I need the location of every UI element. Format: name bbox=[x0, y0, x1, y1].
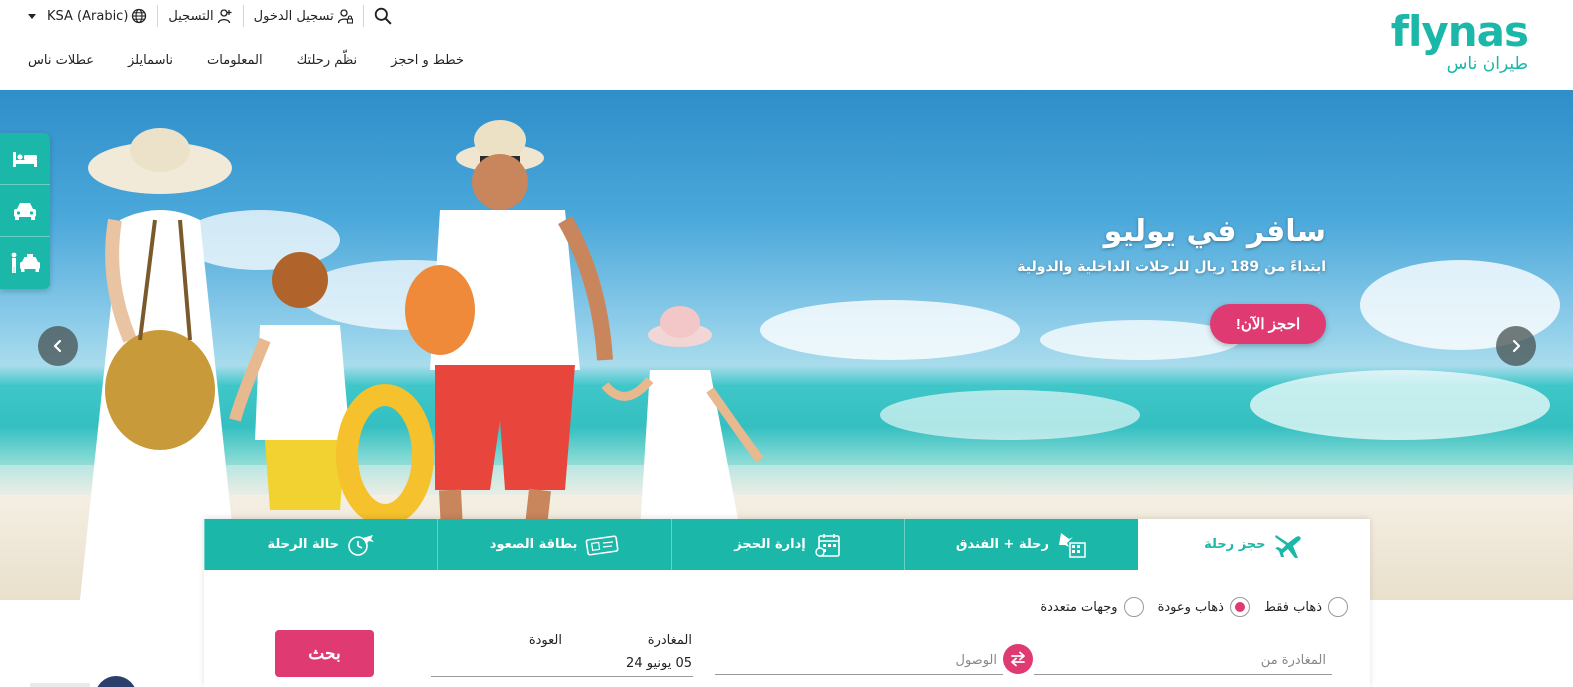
tab-manage-booking[interactable]: إدارة الحجز bbox=[670, 519, 905, 570]
plane-icon bbox=[1274, 534, 1301, 558]
radio-button[interactable] bbox=[1123, 597, 1144, 617]
flynas-logo[interactable]: flynas طيران ناس bbox=[1378, 7, 1529, 75]
nav-item-plan-book[interactable]: خطط و احجز bbox=[391, 53, 464, 68]
tab-label: حجز رحلة bbox=[1204, 537, 1266, 552]
departure-date-value: 05 يونيو 24 bbox=[626, 656, 692, 671]
divider bbox=[362, 5, 364, 27]
nav-item-nas-holidays[interactable]: عطلات ناس bbox=[28, 53, 94, 68]
search-button[interactable] bbox=[374, 7, 392, 25]
login-link[interactable]: تسجيل الدخول bbox=[254, 8, 353, 24]
trip-type-multi-city[interactable]: وجهات متعددة bbox=[1040, 597, 1144, 617]
divider bbox=[242, 5, 244, 27]
swap-route-button[interactable] bbox=[1003, 644, 1033, 674]
tab-label: رحلة + الفندق bbox=[955, 537, 1049, 552]
return-date-label: العودة bbox=[528, 633, 562, 648]
tab-flight-status[interactable]: حالة الرحلة bbox=[204, 519, 438, 570]
trip-type-group: ذهاب فقط ذهاب وعودة وجهات متعددة bbox=[1040, 597, 1348, 617]
swap-icon bbox=[1011, 651, 1025, 667]
flight-hotel-icon bbox=[1058, 532, 1086, 558]
radio-label: ذهاب فقط bbox=[1263, 599, 1322, 615]
hotel-icon bbox=[13, 151, 37, 167]
airport-transfer-button[interactable] bbox=[0, 237, 50, 289]
booking-tabs: حالة الرحلة بطاقة الصعود إدارة الحجز رحل… bbox=[204, 519, 1371, 570]
chevron-left-icon bbox=[53, 339, 62, 353]
destination-input[interactable]: الوصول bbox=[715, 647, 1003, 675]
destination-placeholder: الوصول bbox=[955, 653, 998, 668]
nav-item-manage-trip[interactable]: نظّم رحلتك bbox=[297, 53, 358, 68]
carousel-next-button[interactable] bbox=[1496, 326, 1536, 366]
trip-type-one-way[interactable]: ذهاب فقط bbox=[1264, 597, 1348, 617]
manage-booking-icon bbox=[815, 533, 840, 557]
user-lock-icon bbox=[337, 9, 353, 24]
car-icon bbox=[14, 202, 36, 220]
chevron-right-icon bbox=[1512, 339, 1521, 353]
add-user-icon bbox=[217, 9, 232, 24]
hero-subtitle: ابتداءً من 189 ريال للرحلات الداخلية وال… bbox=[1017, 259, 1326, 275]
footer-strip bbox=[30, 683, 90, 687]
utility-bar: KSA (Arabic) التسجيل تسجيل الدخول bbox=[28, 5, 392, 27]
nav-item-nasmiles[interactable]: ناسمايلز bbox=[128, 53, 173, 68]
locale-selector[interactable]: KSA (Arabic) bbox=[28, 8, 147, 24]
logo-wordmark: flynas bbox=[1390, 7, 1529, 56]
carousel-prev-button[interactable] bbox=[38, 326, 78, 366]
tab-label: حالة الرحلة bbox=[267, 537, 339, 552]
origin-placeholder: المغادرة من bbox=[1260, 653, 1326, 668]
register-label: التسجيل bbox=[168, 8, 214, 24]
divider bbox=[157, 5, 159, 27]
tab-label: إدارة الحجز bbox=[734, 537, 806, 552]
chat-button[interactable] bbox=[95, 676, 137, 687]
car-rental-button[interactable] bbox=[0, 185, 50, 237]
search-icon bbox=[374, 7, 392, 25]
hero-title: سافر في يوليو bbox=[1103, 214, 1326, 249]
quick-services-rail bbox=[0, 133, 50, 289]
radio-label: وجهات متعددة bbox=[1040, 599, 1118, 615]
tab-label: بطاقة الصعود bbox=[489, 537, 578, 552]
register-link[interactable]: التسجيل bbox=[168, 8, 232, 24]
hotel-button[interactable] bbox=[0, 133, 50, 185]
transfer-icon bbox=[11, 252, 40, 273]
chevron-down-icon bbox=[28, 13, 36, 19]
logo-arabic: طيران ناس bbox=[1446, 54, 1528, 74]
departure-date-label: المغادرة bbox=[647, 633, 692, 648]
cloud bbox=[1250, 370, 1550, 440]
nav-item-information[interactable]: المعلومات bbox=[207, 53, 263, 68]
site-header: flynas طيران ناس KSA (Arabic) التسجيل تس… bbox=[0, 0, 1573, 90]
radio-label: ذهاب وعودة bbox=[1157, 599, 1224, 615]
flight-status-icon bbox=[348, 534, 374, 556]
boarding-pass-icon bbox=[586, 534, 619, 556]
locale-label: KSA (Arabic) bbox=[47, 8, 129, 24]
booking-widget: حالة الرحلة بطاقة الصعود إدارة الحجز رحل… bbox=[204, 519, 1371, 687]
login-label: تسجيل الدخول bbox=[253, 8, 334, 24]
origin-input[interactable]: المغادرة من bbox=[1034, 647, 1332, 675]
radio-button[interactable] bbox=[1328, 597, 1348, 617]
main-nav: عطلات ناس ناسمايلز المعلومات نظّم رحلتك … bbox=[28, 53, 498, 68]
tab-book-flight[interactable]: حجز رحلة bbox=[1137, 519, 1371, 570]
trip-type-round-trip[interactable]: ذهاب وعودة bbox=[1158, 597, 1250, 617]
tab-flight-hotel[interactable]: رحلة + الفندق bbox=[904, 519, 1138, 570]
globe-icon bbox=[132, 8, 147, 24]
book-now-button[interactable]: احجز الآن! bbox=[1210, 304, 1326, 344]
radio-button[interactable] bbox=[1229, 597, 1250, 617]
search-flights-button[interactable]: بحث bbox=[275, 630, 374, 677]
cloud bbox=[880, 390, 1140, 440]
tab-boarding-pass[interactable]: بطاقة الصعود bbox=[437, 519, 671, 570]
